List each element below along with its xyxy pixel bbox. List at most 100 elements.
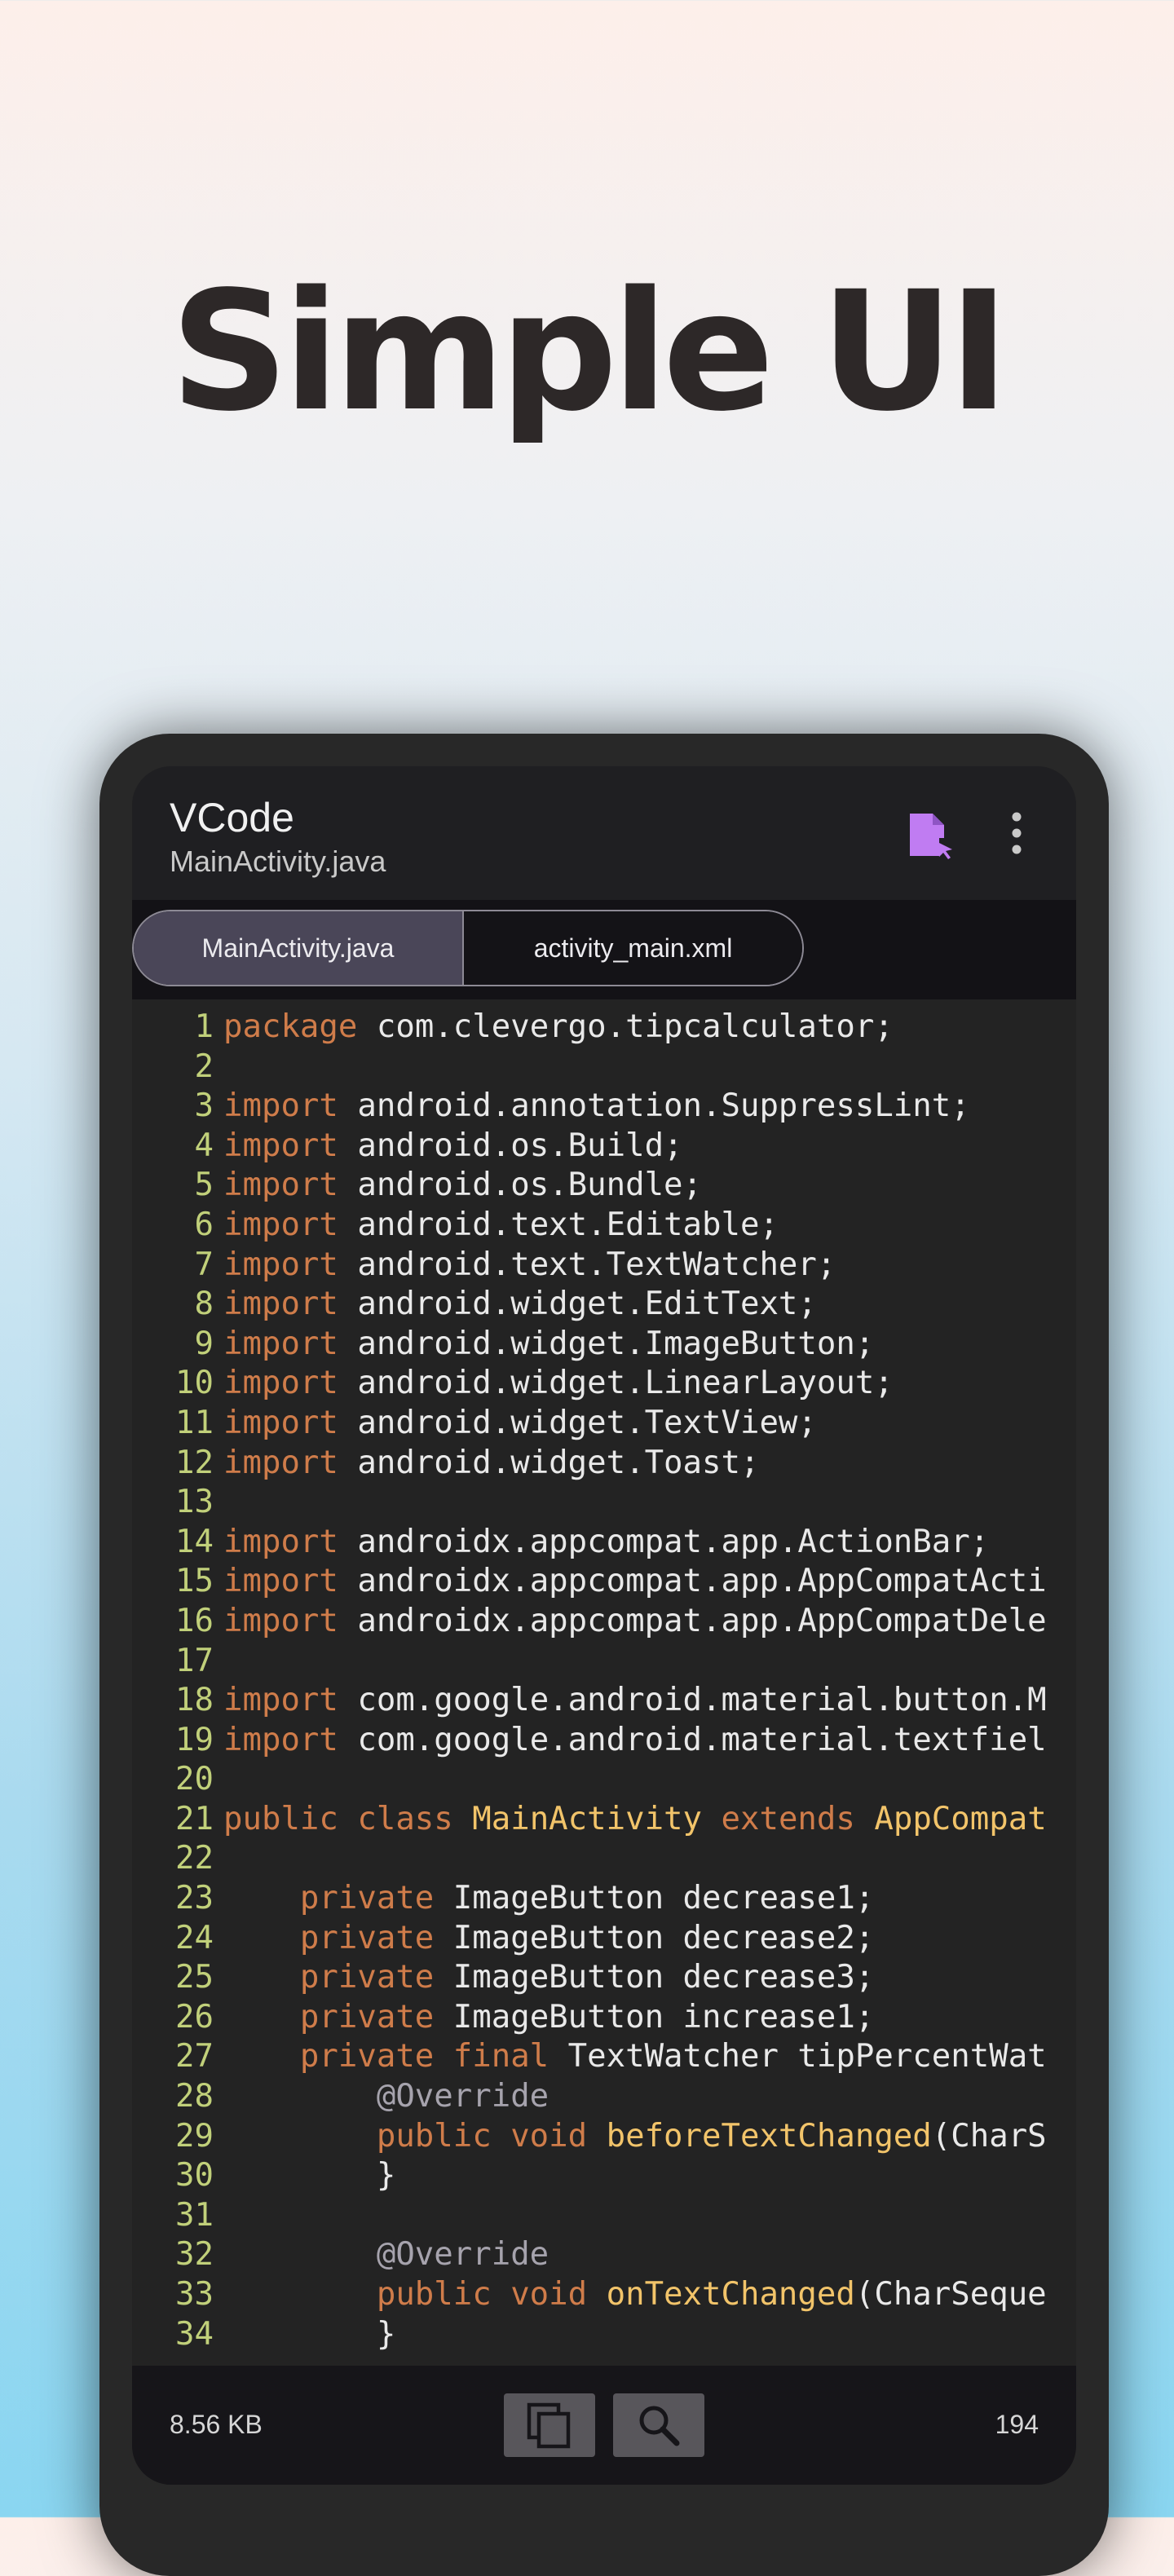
code-token: ImageButton increase1;	[434, 1998, 875, 2036]
code-text: import android.annotation.SuppressLint;	[214, 1087, 970, 1127]
code-line: 15 import androidx.appcompat.app.AppCompa…	[132, 1562, 1076, 1602]
code-line: 29 public void beforeTextChanged(CharS	[132, 2117, 1076, 2157]
line-number: 27	[175, 2038, 214, 2075]
tab-mainactivity-java[interactable]: MainActivity.java	[134, 911, 465, 985]
code-token: com.clevergo.tipcalculator;	[357, 1008, 894, 1045]
code-token: android.widget.ImageButton;	[338, 1325, 875, 1362]
code-line: 33 public void onTextChanged(CharSeque	[132, 2275, 1076, 2315]
line-number: 10	[175, 1365, 214, 1402]
line-number: 8	[194, 1286, 214, 1323]
line-number: 24	[175, 1919, 214, 1956]
code-token: private	[299, 1959, 435, 1996]
code-text: import android.os.Bundle;	[214, 1166, 702, 1206]
code-token: import	[223, 1325, 338, 1362]
file-tabs: MainActivity.java activity_main.xml	[132, 910, 804, 986]
code-text: import com.google.android.material.butto…	[214, 1681, 1047, 1721]
code-token: public void	[376, 2117, 588, 2155]
code-token: import	[223, 1206, 338, 1243]
line-number: 29	[175, 2117, 214, 2155]
more-vert-icon[interactable]	[1009, 809, 1024, 858]
code-editor[interactable]: 1 package com.clevergo.tipcalculator; 2 3 im…	[132, 1008, 1076, 2400]
code-token: public void	[376, 2276, 588, 2313]
code-line: 34 }	[132, 2315, 1076, 2355]
code-text: public void beforeTextChanged(CharS	[214, 2117, 1047, 2157]
code-token: android.widget.TextView;	[338, 1404, 817, 1441]
code-text: import android.widget.Toast;	[214, 1444, 759, 1484]
line-number: 23	[175, 1880, 214, 1917]
line-number: 34	[175, 2315, 214, 2353]
line-number: 33	[175, 2276, 214, 2313]
line-number: 32	[175, 2236, 214, 2274]
code-token: android.text.TextWatcher;	[338, 1246, 836, 1283]
code-token: beforeTextChanged	[606, 2117, 932, 2155]
code-line: 21 public class MainActivity extends AppC…	[132, 1800, 1076, 1840]
code-token: androidx.appcompat.app.AppCompatDele	[338, 1602, 1047, 1639]
code-line: 20	[132, 1760, 1076, 1800]
code-line: 10 import android.widget.LinearLayout;	[132, 1364, 1076, 1404]
line-number: 5	[194, 1167, 214, 1204]
line-number: 30	[175, 2157, 214, 2194]
code-text: private ImageButton increase1;	[214, 1998, 874, 2038]
code-line: 17	[132, 1642, 1076, 1682]
search-icon	[639, 2406, 680, 2446]
code-token: private	[299, 1919, 435, 1956]
code-text: @Override	[214, 2077, 549, 2117]
line-number: 25	[175, 1959, 214, 1996]
code-line: 27 private final TextWatcher tipPercentW…	[132, 2037, 1076, 2077]
file-cursor-icon[interactable]	[905, 810, 954, 859]
code-token: import	[223, 1365, 338, 1402]
file-tab-bar: MainActivity.java activity_main.xml	[132, 900, 1076, 999]
line-number: 13	[175, 1484, 214, 1521]
code-token: import	[223, 1127, 338, 1164]
code-text: import com.google.android.material.textf…	[214, 1721, 1047, 1761]
code-token: android.widget.Toast;	[338, 1444, 760, 1481]
line-number: 4	[194, 1127, 214, 1164]
code-line: 2	[132, 1048, 1076, 1087]
code-token: import	[223, 1444, 338, 1481]
code-token: import	[223, 1523, 338, 1560]
line-number: 3	[194, 1087, 214, 1125]
current-file-name: MainActivity.java	[170, 845, 386, 878]
code-token: import	[223, 1404, 338, 1441]
code-line: 32 @Override	[132, 2235, 1076, 2275]
code-text: private final TextWatcher tipPercentWat	[214, 2037, 1047, 2077]
code-token: com.google.android.material.textfiel	[338, 1721, 1047, 1758]
tab-activity-main-xml[interactable]: activity_main.xml	[464, 911, 802, 985]
code-line: 6 import android.text.Editable;	[132, 1206, 1076, 1246]
search-button[interactable]	[613, 2393, 704, 2457]
code-text: }	[214, 2156, 396, 2196]
code-token: }	[223, 2157, 396, 2194]
code-text: import android.widget.ImageButton;	[214, 1325, 874, 1365]
code-token: (CharS	[931, 2117, 1047, 2155]
line-number: 15	[175, 1563, 214, 1600]
code-token: @Override	[376, 2236, 549, 2274]
code-text: package com.clevergo.tipcalculator;	[214, 1008, 894, 1048]
code-token: import	[223, 1286, 338, 1323]
code-token: import	[223, 1167, 338, 1204]
copy-button[interactable]	[504, 2393, 595, 2457]
code-line: 5 import android.os.Bundle;	[132, 1166, 1076, 1206]
line-number: 1	[194, 1008, 214, 1045]
code-text: @Override	[214, 2235, 549, 2275]
code-token: TextWatcher tipPercentWat	[549, 2038, 1047, 2075]
code-text: import android.widget.LinearLayout;	[214, 1364, 894, 1404]
code-token: androidx.appcompat.app.ActionBar;	[338, 1523, 990, 1560]
code-text: import androidx.appcompat.app.AppCompatD…	[214, 1602, 1047, 1642]
code-line: 30 }	[132, 2156, 1076, 2196]
code-token: onTextChanged	[606, 2276, 855, 2313]
code-token: android.annotation.SuppressLint;	[338, 1087, 970, 1125]
line-number: 11	[175, 1404, 214, 1441]
